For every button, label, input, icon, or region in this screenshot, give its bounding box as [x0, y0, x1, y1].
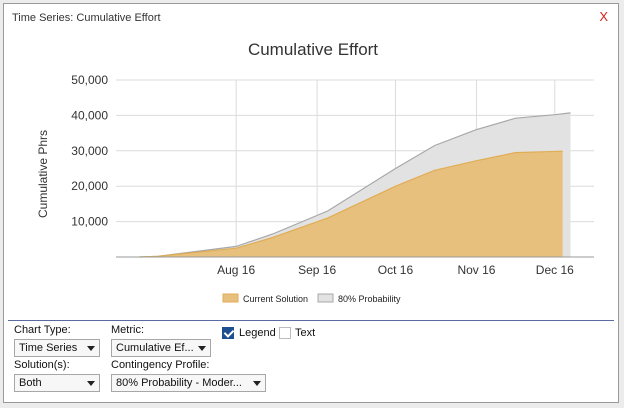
- contingency-profile-label: Contingency Profile:: [111, 359, 210, 371]
- legend-swatch-current-solution: [222, 293, 239, 303]
- x-tick-label: Nov 16: [457, 263, 495, 277]
- y-tick-label: 20,000: [71, 179, 108, 193]
- controls-divider: [8, 320, 614, 321]
- solutions-value: Both: [19, 377, 42, 389]
- metric-label: Metric:: [111, 324, 144, 336]
- legend-label-80-probability: 80% Probability: [338, 294, 401, 304]
- y-tick-label: 40,000: [71, 108, 108, 122]
- solutions-label: Solution(s):: [14, 359, 70, 371]
- metric-value: Cumulative Ef...: [116, 342, 194, 354]
- chart-title: Cumulative Effort: [248, 40, 378, 59]
- chart-window: Time Series: Cumulative Effort X 10,000 2…: [3, 3, 619, 403]
- x-tick-label: Dec 16: [536, 263, 574, 277]
- chart-type-value: Time Series: [19, 342, 78, 354]
- chevron-down-icon: [87, 346, 95, 351]
- solutions-select[interactable]: Both: [14, 374, 100, 392]
- text-checkbox[interactable]: [279, 327, 291, 339]
- legend-swatch-80-probability: [317, 293, 334, 303]
- legend-checkbox-label: Legend: [239, 327, 276, 339]
- metric-select[interactable]: Cumulative Ef...: [111, 339, 211, 357]
- chart-area: 10,000 20,000 30,000 40,000 50,000 Aug 16 Sep …: [36, 40, 594, 304]
- y-axis-label: Cumulative Phrs: [36, 130, 50, 218]
- y-tick-label: 50,000: [71, 73, 108, 87]
- chart-type-select[interactable]: Time Series: [14, 339, 100, 357]
- legend-label-current-solution: Current Solution: [243, 294, 308, 304]
- text-checkbox-label: Text: [295, 327, 316, 339]
- chart-type-label: Chart Type:: [14, 324, 71, 336]
- legend-checkbox[interactable]: [222, 327, 234, 339]
- y-tick-label: 30,000: [71, 144, 108, 158]
- contingency-profile-select[interactable]: 80% Probability - Moder...: [111, 374, 266, 392]
- y-tick-label: 10,000: [71, 215, 108, 229]
- chevron-down-icon: [87, 381, 95, 386]
- chevron-down-icon: [253, 381, 261, 386]
- chevron-down-icon: [198, 346, 206, 351]
- x-tick-label: Aug 16: [217, 263, 255, 277]
- contingency-profile-value: 80% Probability - Moder...: [116, 377, 242, 389]
- x-tick-label: Sep 16: [298, 263, 336, 277]
- x-tick-label: Oct 16: [378, 263, 414, 277]
